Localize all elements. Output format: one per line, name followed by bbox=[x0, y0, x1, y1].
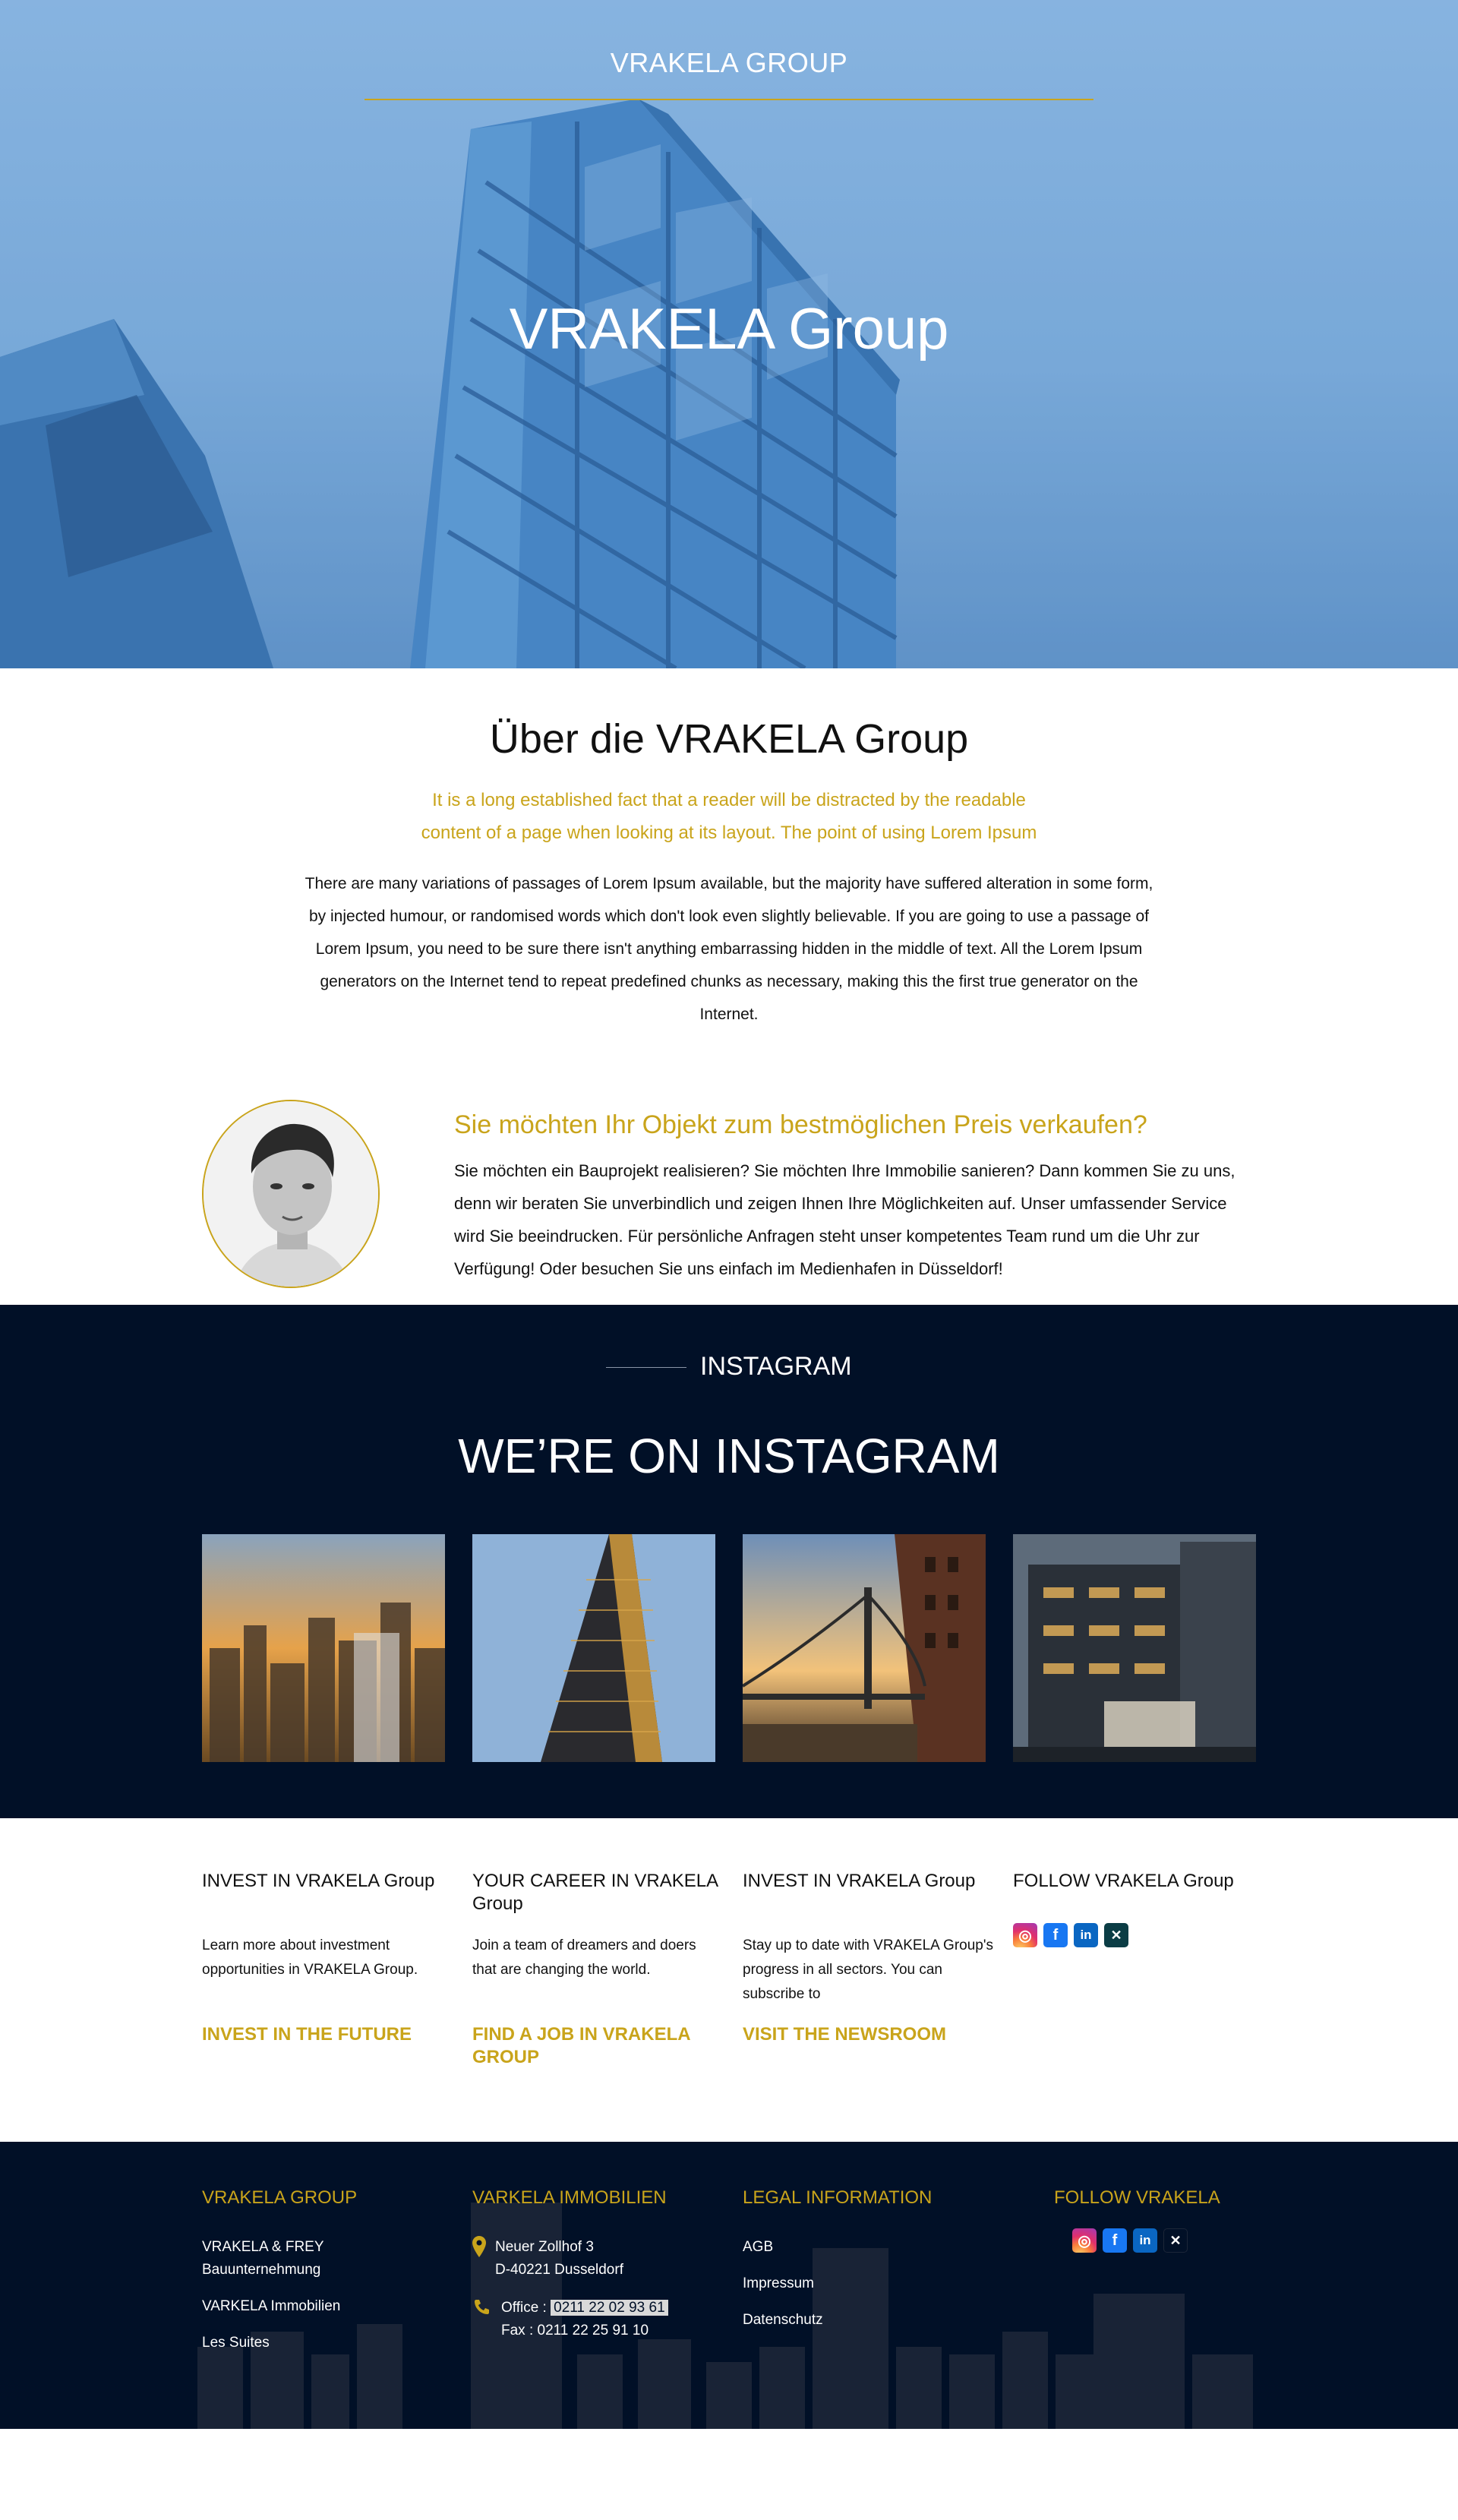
office-label: Office : bbox=[501, 2300, 547, 2316]
xing-icon[interactable]: ✕ bbox=[1163, 2228, 1188, 2253]
instagram-photo-night-building[interactable] bbox=[1013, 1534, 1256, 1762]
invest-future-link[interactable]: INVEST IN THE FUTURE bbox=[202, 2023, 453, 2046]
footer-follow-title: FOLLOW VRAKELA bbox=[1054, 2187, 1220, 2208]
sell-section: Sie möchten Ihr Objekt zum bestmöglichen… bbox=[0, 1094, 1458, 1305]
footer-immobilien-title: VARKELA IMMOBILIEN bbox=[472, 2187, 667, 2208]
phone-icon bbox=[472, 2297, 492, 2342]
instagram-icon[interactable]: ◎ bbox=[1013, 1923, 1037, 1947]
newsroom-title: INVEST IN VRAKELA Group bbox=[743, 1871, 976, 1891]
instagram-photo-skyline[interactable] bbox=[202, 1534, 445, 1762]
about-heading: Über die VRAKELA Group bbox=[489, 716, 969, 762]
facebook-icon[interactable]: f bbox=[1103, 2228, 1127, 2253]
instagram-photo-bridge[interactable] bbox=[743, 1534, 986, 1762]
footer-immobilien-column: VARKELA IMMOBILIEN Neuer Zollhof 3 D-402… bbox=[472, 2187, 668, 2342]
invest-column: INVEST IN VRAKELA Group Learn more about… bbox=[202, 1870, 453, 2046]
career-column: YOUR CAREER IN VRAKELA Group Join a team… bbox=[472, 1870, 723, 2069]
about-section: Über die VRAKELA Group It is a long esta… bbox=[0, 668, 1458, 1094]
career-text: Join a team of dreamers and doers that a… bbox=[472, 1937, 696, 1978]
footer-group-column: VRAKELA GROUP VRAKELA & FREY Bauunterneh… bbox=[202, 2187, 357, 2368]
instagram-icon[interactable]: ◎ bbox=[1072, 2228, 1097, 2253]
office-phone[interactable]: 0211 22 02 93 61 bbox=[551, 2300, 668, 2316]
invest-title: INVEST IN VRAKELA Group bbox=[202, 1871, 435, 1891]
social-links: ◎ f in ✕ bbox=[1013, 1923, 1264, 1947]
hero-title: VRAKELA Group bbox=[509, 297, 949, 362]
footer-address: Neuer Zollhof 3 D-40221 Dusseldorf bbox=[472, 2236, 668, 2282]
instagram-photo-tower[interactable] bbox=[472, 1534, 715, 1762]
footer-link-bauunternehmung[interactable]: VRAKELA & FREY Bauunternehmung bbox=[202, 2236, 354, 2282]
footer-legal-column: LEGAL INFORMATION AGB Impressum Datensch… bbox=[743, 2187, 932, 2345]
find-job-link[interactable]: FIND A JOB IN VRAKELA GROUP bbox=[472, 2023, 723, 2069]
footer: VRAKELA GROUP VRAKELA & FREY Bauunterneh… bbox=[0, 2142, 1458, 2429]
sell-heading: Sie möchten Ihr Objekt zum bestmöglichen… bbox=[454, 1110, 1147, 1139]
about-body: There are many variations of passages of… bbox=[305, 875, 1153, 1023]
career-title: YOUR CAREER IN VRAKELA Group bbox=[472, 1871, 718, 1914]
footer-social-links: ◎ f in ✕ bbox=[1072, 2228, 1220, 2253]
follow-title: FOLLOW VRAKELA Group bbox=[1013, 1871, 1234, 1891]
newsroom-text: Stay up to date with VRAKELA Group's pro… bbox=[743, 1937, 993, 2002]
about-lead: It is a long established fact that a rea… bbox=[421, 790, 1037, 843]
follow-column: FOLLOW VRAKELA Group ◎ f in ✕ bbox=[1013, 1870, 1264, 1947]
newsroom-column: INVEST IN VRAKELA Group Stay up to date … bbox=[743, 1870, 993, 2046]
location-pin-icon bbox=[472, 2236, 486, 2282]
avatar bbox=[202, 1100, 380, 1288]
footer-phone: Office : 0211 22 02 93 61 Fax : 0211 22 … bbox=[472, 2297, 668, 2342]
footer-group-title: VRAKELA GROUP bbox=[202, 2187, 358, 2208]
footer-city: D-40221 Dusseldorf bbox=[495, 2262, 623, 2278]
info-columns: INVEST IN VRAKELA Group Learn more about… bbox=[0, 1818, 1458, 2142]
footer-follow-column: FOLLOW VRAKELA ◎ f in ✕ bbox=[1054, 2187, 1220, 2253]
footer-link-datenschutz[interactable]: Datenschutz bbox=[743, 2309, 932, 2332]
hero-brand[interactable]: VRAKELA GROUP bbox=[0, 47, 1458, 79]
facebook-icon[interactable]: f bbox=[1043, 1923, 1068, 1947]
sell-body: Sie möchten ein Bauprojekt realisieren? … bbox=[454, 1161, 1236, 1278]
instagram-heading: WE’RE ON INSTAGRAM bbox=[458, 1429, 1000, 1483]
invest-text: Learn more about investment opportunitie… bbox=[202, 1937, 418, 1978]
footer-link-les-suites[interactable]: Les Suites bbox=[202, 2332, 357, 2354]
footer-link-impressum[interactable]: Impressum bbox=[743, 2272, 932, 2295]
instagram-kicker-line bbox=[606, 1367, 686, 1368]
visit-newsroom-link[interactable]: VISIT THE NEWSROOM bbox=[743, 2023, 993, 2046]
fax-number: Fax : 0211 22 25 91 10 bbox=[501, 2323, 649, 2338]
hero-section: VRAKELA GROUP VRAKELA Group bbox=[0, 0, 1458, 668]
linkedin-icon[interactable]: in bbox=[1133, 2228, 1157, 2253]
instagram-section: INSTAGRAM WE’RE ON INSTAGRAM bbox=[0, 1305, 1458, 1818]
xing-icon[interactable]: ✕ bbox=[1104, 1923, 1128, 1947]
footer-street: Neuer Zollhof 3 bbox=[495, 2239, 594, 2255]
linkedin-icon[interactable]: in bbox=[1074, 1923, 1098, 1947]
footer-link-agb[interactable]: AGB bbox=[743, 2236, 932, 2259]
instagram-kicker: INSTAGRAM bbox=[700, 1352, 852, 1381]
hero-divider bbox=[364, 99, 1094, 100]
footer-link-immobilien[interactable]: VARKELA Immobilien bbox=[202, 2295, 357, 2318]
footer-legal-title: LEGAL INFORMATION bbox=[743, 2187, 933, 2208]
